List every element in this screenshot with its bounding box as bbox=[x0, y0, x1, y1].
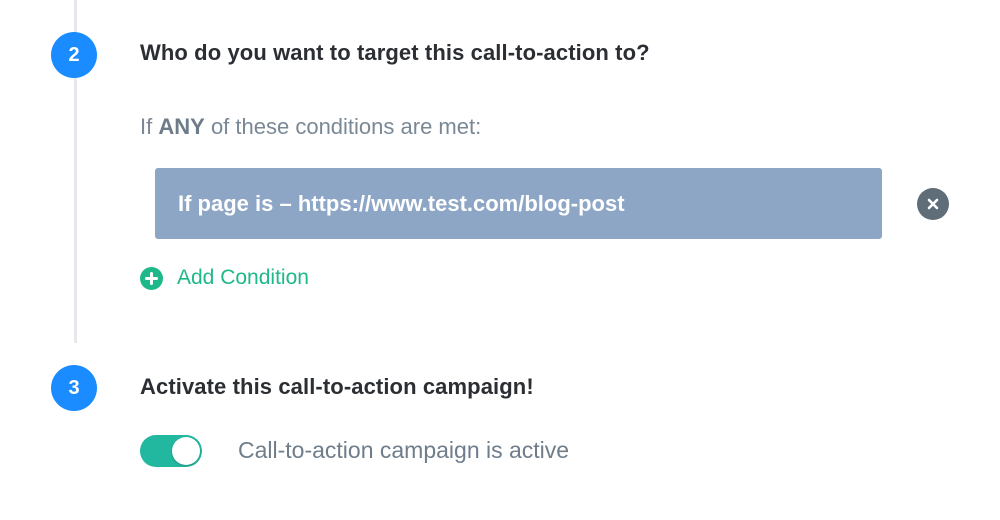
add-condition-label: Add Condition bbox=[177, 266, 309, 289]
conditions-prefix: If bbox=[140, 114, 153, 139]
step-2-title: Who do you want to target this call-to-a… bbox=[140, 40, 650, 65]
toggle-label: Call-to-action campaign is active bbox=[238, 437, 570, 463]
plus-circle-icon bbox=[140, 266, 163, 290]
close-icon bbox=[927, 198, 939, 210]
conditions-keyword: ANY bbox=[158, 114, 205, 139]
condition-item[interactable]: If page is – https://www.test.com/blog-p… bbox=[155, 168, 882, 239]
toggle-knob bbox=[172, 437, 200, 465]
add-condition-button[interactable]: Add Condition bbox=[140, 264, 309, 292]
conditions-suffix: of these conditions are met: bbox=[210, 114, 482, 139]
conditions-intro: If ANY of these conditions are met: bbox=[140, 114, 481, 140]
remove-condition-button[interactable] bbox=[917, 188, 949, 220]
condition-text: If page is – https://www.test.com/blog-p… bbox=[178, 190, 625, 216]
campaign-active-toggle[interactable] bbox=[140, 435, 202, 467]
step-3-badge: 3 bbox=[51, 365, 97, 411]
step-3-title: Activate this call-to-action campaign! bbox=[140, 374, 534, 399]
step-2-badge: 2 bbox=[51, 32, 97, 78]
